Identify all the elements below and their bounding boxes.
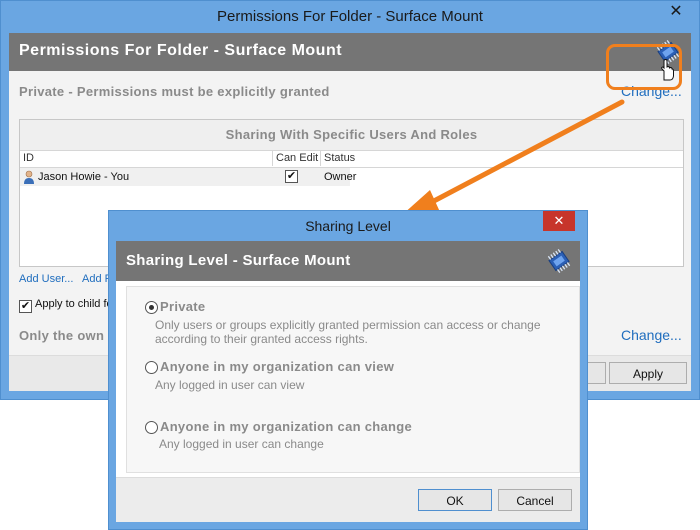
option-description: Any logged in user can change xyxy=(159,437,324,451)
sharing-header: Sharing With Specific Users And Roles xyxy=(20,120,683,151)
owner-permission-text: Only the own xyxy=(19,328,105,343)
option-label: Private xyxy=(160,299,206,314)
column-status[interactable]: Status xyxy=(320,151,355,166)
cancel-button[interactable]: Cancel xyxy=(498,489,572,511)
sharing-options: Private Only users or groups explicitly … xyxy=(126,286,580,473)
chip-icon xyxy=(547,248,571,274)
radio-icon[interactable] xyxy=(145,421,158,434)
window-title: Permissions For Folder - Surface Mount xyxy=(217,8,483,25)
radio-icon[interactable] xyxy=(145,301,158,314)
option-description: Only users or groups explicitly granted … xyxy=(155,318,541,346)
table-row[interactable]: Jason Howie - You ✔ Owner xyxy=(20,168,356,186)
can-edit-checkbox[interactable]: ✔ xyxy=(285,170,298,183)
dialog-title: Sharing Level xyxy=(305,218,391,234)
user-name: Jason Howie - You xyxy=(38,171,130,183)
radio-icon[interactable] xyxy=(145,361,158,374)
hand-cursor-icon xyxy=(661,59,674,81)
sharing-level-dialog: Sharing Level ✕ Sharing Level - Surface … xyxy=(108,210,588,530)
permissions-banner: Permissions For Folder - Surface Mount xyxy=(9,33,691,71)
user-status: Owner xyxy=(324,171,357,183)
apply-button[interactable]: Apply xyxy=(609,362,687,384)
table-header: ID Can Edit Status xyxy=(20,151,683,168)
apply-child-label: Apply to child fo xyxy=(35,298,113,310)
close-icon[interactable]: ✕ xyxy=(661,2,691,24)
apply-to-child-checkbox[interactable]: ✔ Apply to child fo xyxy=(19,298,113,313)
checkbox-icon[interactable]: ✔ xyxy=(19,300,32,313)
sharing-level-text: Private - Permissions must be explicitly… xyxy=(19,84,330,99)
dialog-banner-title: Sharing Level - Surface Mount xyxy=(126,252,351,269)
dialog-client: Sharing Level - Surface Mount Private On… xyxy=(116,241,580,522)
option-label: Anyone in my organization can change xyxy=(160,419,413,434)
user-icon xyxy=(24,170,34,184)
option-description: Any logged in user can view xyxy=(155,378,305,392)
ok-button[interactable]: OK xyxy=(418,489,492,511)
change-owner-link[interactable]: Change... xyxy=(621,327,682,343)
dialog-footer: OK Cancel xyxy=(116,477,580,522)
banner-title: Permissions For Folder - Surface Mount xyxy=(19,42,343,59)
add-user-link[interactable]: Add User... xyxy=(19,273,73,285)
column-id[interactable]: ID xyxy=(23,152,34,164)
dialog-banner: Sharing Level - Surface Mount xyxy=(116,241,580,281)
option-label: Anyone in my organization can view xyxy=(160,359,395,374)
column-can-edit[interactable]: Can Edit xyxy=(272,151,318,166)
close-button[interactable]: ✕ xyxy=(543,211,575,231)
